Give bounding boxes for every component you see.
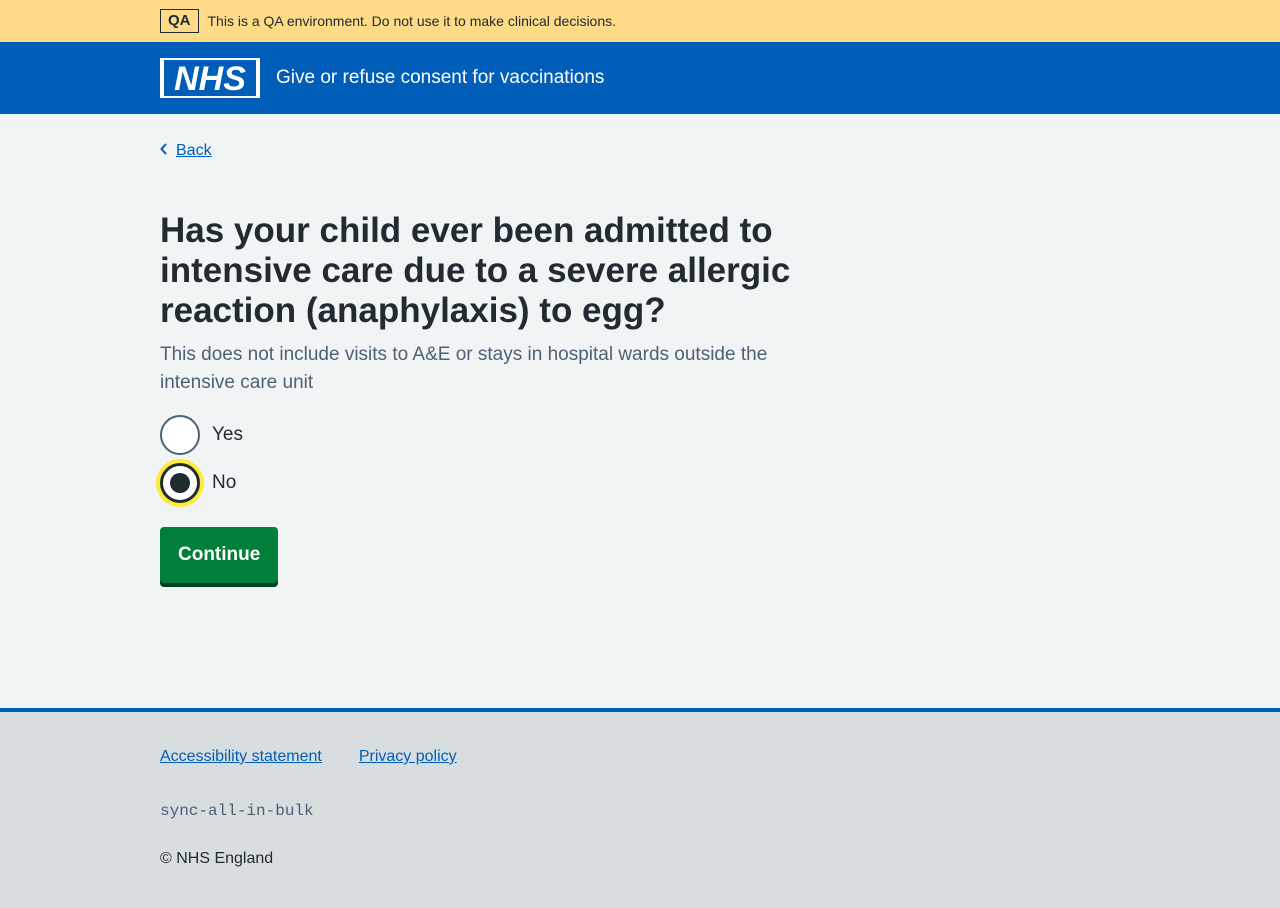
main-content: Back Has your child ever been admitted t… <box>0 114 1280 708</box>
continue-button[interactable]: Continue <box>160 527 279 583</box>
question-hint: This does not include visits to A&E or s… <box>160 344 768 393</box>
nhs-logo[interactable]: NHS <box>160 58 260 98</box>
service-name[interactable]: Give or refuse consent for vaccinations <box>276 67 604 89</box>
copyright: © NHS England <box>160 850 274 867</box>
radio-button-no[interactable] <box>160 463 200 503</box>
back-label: Back <box>176 142 212 159</box>
privacy-policy-link[interactable]: Privacy policy <box>359 748 457 766</box>
site-footer: Accessibility statement Privacy policy s… <box>0 708 1280 908</box>
build-name: sync-all-in-bulk <box>160 802 314 820</box>
radio-button-yes[interactable] <box>160 415 200 455</box>
back-link[interactable]: Back <box>160 142 212 160</box>
qa-banner-text: This is a QA environment. Do not use it … <box>207 13 617 29</box>
radio-label-yes[interactable]: Yes <box>212 424 243 446</box>
nhs-logo-text: NHS <box>174 60 246 96</box>
radio-label-no[interactable]: No <box>212 472 236 494</box>
qa-tag: QA <box>160 9 199 33</box>
chevron-left-icon <box>160 142 168 160</box>
footer-links: Accessibility statement Privacy policy <box>160 712 1120 766</box>
qa-banner: QA This is a QA environment. Do not use … <box>0 0 1280 42</box>
accessibility-statement-link[interactable]: Accessibility statement <box>160 748 322 766</box>
radio-group: Yes No <box>160 415 1120 503</box>
page-title: Has your child ever been admitted to int… <box>160 211 791 330</box>
site-header: NHS Give or refuse consent for vaccinati… <box>0 42 1280 114</box>
nhs-logo-icon: NHS <box>164 60 256 96</box>
radio-option-no[interactable]: No <box>160 463 1120 503</box>
radio-option-yes[interactable]: Yes <box>160 415 1120 455</box>
